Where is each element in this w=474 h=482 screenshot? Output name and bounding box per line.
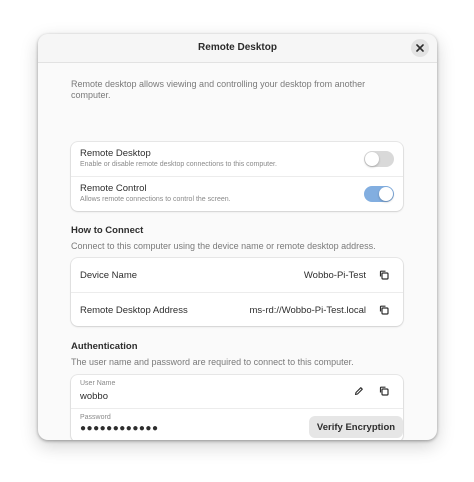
copy-device-name-button[interactable]: [376, 267, 392, 283]
device-name-label: Device Name: [80, 270, 138, 281]
close-icon: [416, 44, 424, 52]
remote-desktop-dialog: Remote Desktop Remote desktop allows vie…: [38, 34, 437, 440]
remote-desktop-subtitle: Enable or disable remote desktop connect…: [80, 161, 277, 168]
edit-username-button[interactable]: [351, 383, 367, 399]
address-value: ms-rd://Wobbo-Pi-Test.local: [249, 305, 367, 316]
verify-encryption-button[interactable]: Verify Encryption: [309, 416, 403, 438]
switch-knob: [365, 152, 379, 166]
remote-desktop-title: Remote Desktop: [80, 148, 151, 159]
remote-control-title: Remote Control: [80, 183, 147, 194]
copy-username-button[interactable]: [376, 383, 392, 399]
remote-desktop-row: Remote Desktop Enable or disable remote …: [71, 142, 403, 176]
password-label: Password: [80, 414, 111, 421]
switch-knob: [379, 187, 393, 201]
remote-control-subtitle: Allows remote connections to control the…: [80, 196, 231, 203]
authentication-heading: Authentication: [71, 341, 138, 352]
how-to-connect-heading: How to Connect: [71, 225, 144, 236]
intro-text: Remote desktop allows viewing and contro…: [71, 79, 366, 100]
device-name-value: Wobbo-Pi-Test: [303, 270, 366, 281]
authentication-description: The user name and password are required …: [71, 357, 354, 367]
close-button[interactable]: [411, 39, 429, 57]
username-row[interactable]: User Name wobbo: [71, 375, 403, 408]
toggles-card: Remote Desktop Enable or disable remote …: [71, 142, 403, 211]
username-label: User Name: [80, 380, 116, 387]
remote-control-row: Remote Control Allows remote connections…: [71, 176, 403, 211]
window-title: Remote Desktop: [198, 42, 277, 53]
copy-address-button[interactable]: [376, 302, 392, 318]
address-row: Remote Desktop Address ms-rd://Wobbo-Pi-…: [71, 292, 403, 326]
pencil-icon: [354, 387, 363, 396]
remote-control-switch[interactable]: [364, 186, 394, 202]
remote-desktop-switch[interactable]: [364, 151, 394, 167]
address-label: Remote Desktop Address: [80, 305, 188, 316]
username-value[interactable]: wobbo: [80, 391, 108, 402]
copy-icon: [379, 305, 389, 315]
copy-icon: [379, 270, 389, 280]
copy-icon: [379, 386, 389, 396]
password-value[interactable]: ●●●●●●●●●●●●: [80, 423, 158, 434]
how-to-connect-description: Connect to this computer using the devic…: [71, 241, 376, 251]
title-bar: Remote Desktop: [38, 34, 437, 63]
device-name-row: Device Name Wobbo-Pi-Test: [71, 258, 403, 292]
connect-card: Device Name Wobbo-Pi-Test Remote Desktop…: [71, 258, 403, 326]
